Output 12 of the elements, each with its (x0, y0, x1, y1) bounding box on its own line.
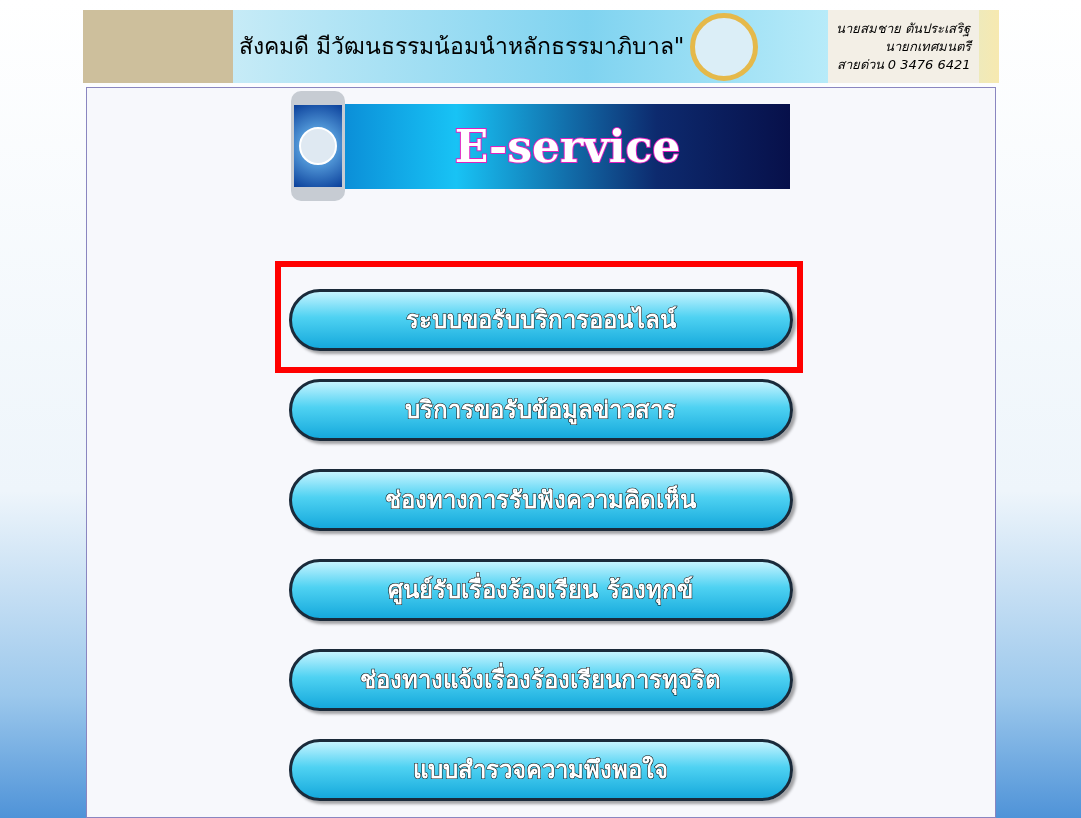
menu-button[interactable]: ระบบขอรับบริการออนไลน์ (288, 289, 793, 351)
phone-logo-icon (291, 91, 345, 201)
contact-line: สายด่วน 0 3476 6421 (836, 55, 971, 74)
banner-title: E-service (454, 119, 681, 174)
menu-button[interactable]: แบบสำรวจความพึงพอใจ (288, 739, 793, 801)
contact-line: นายกเทศมนตรี (884, 37, 971, 56)
contact-line: นายสมชาย ตันประเสริฐ (836, 19, 971, 38)
menu-button[interactable]: บริการขอรับข้อมูลข่าวสาร (288, 379, 793, 441)
menu-button[interactable]: ช่องทางการรับฟังความคิดเห็น (288, 469, 793, 531)
menu-button[interactable]: ช่องทางแจ้งเรื่องร้องเรียนการทุจริต (288, 649, 793, 711)
slogan-text: สังคมดี มีวัฒนธรรมน้อมนำหลักธรรมาภิบาล" (238, 32, 685, 62)
menu-button[interactable]: ศูนย์รับเรื่องร้องเรียน ร้องทุกข์ (288, 559, 793, 621)
